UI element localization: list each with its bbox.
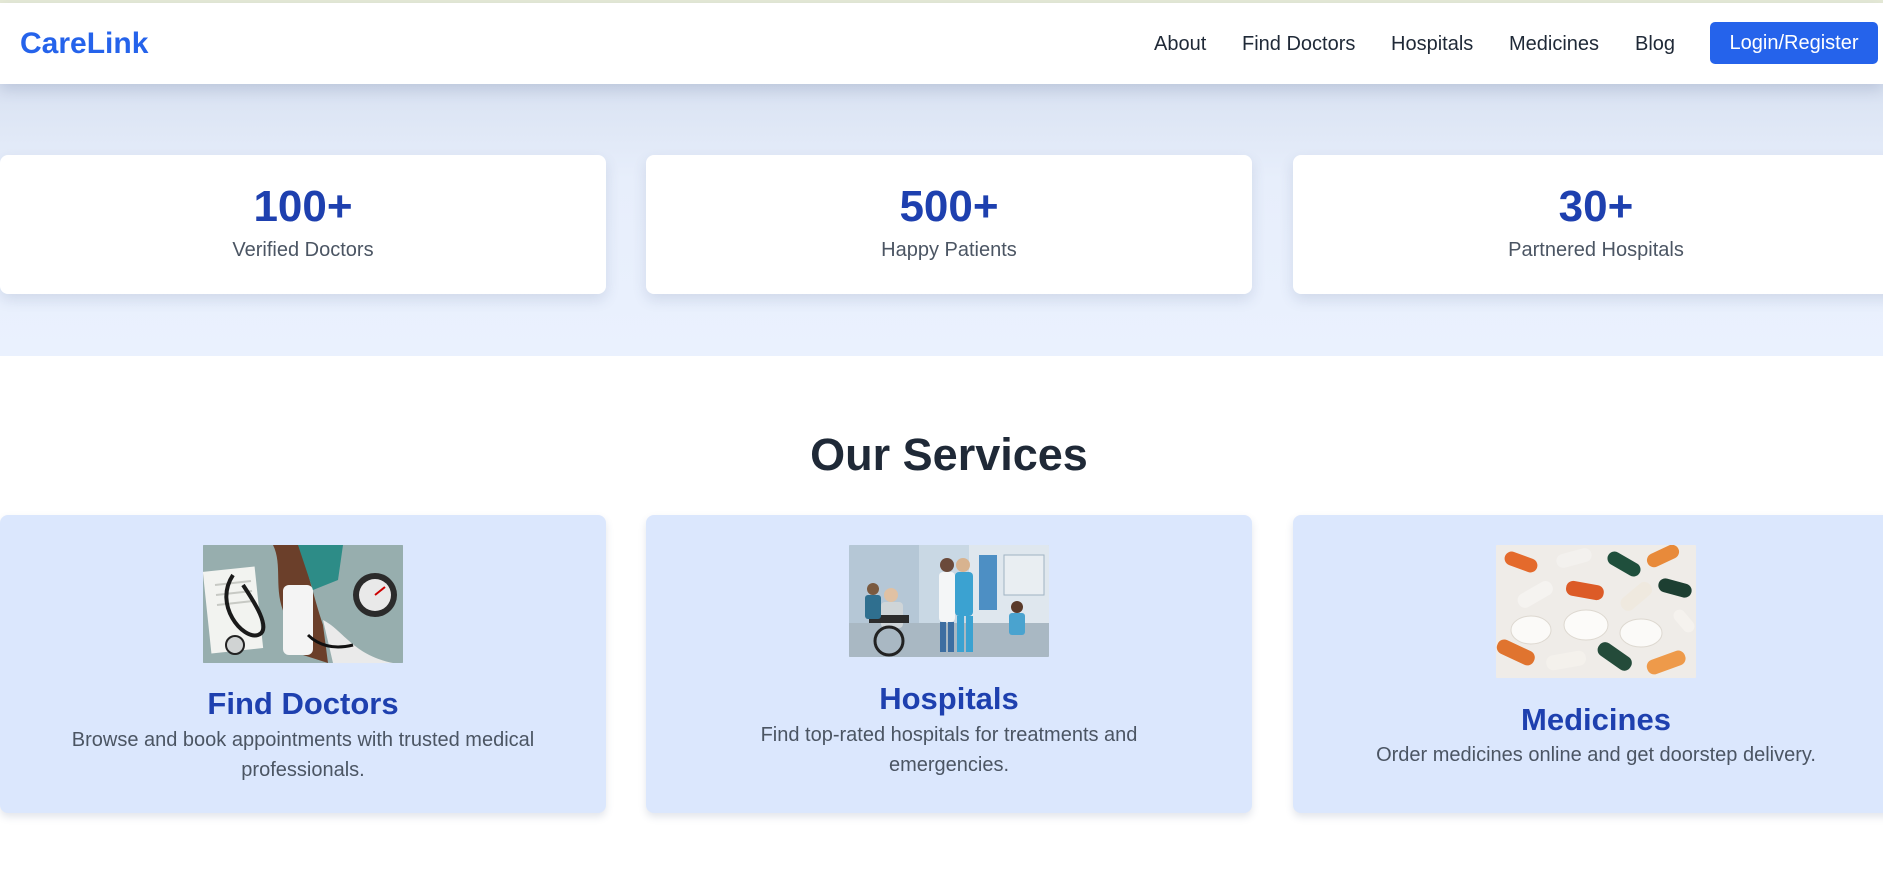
stat-value: 30+ — [1558, 182, 1634, 231]
nav-link-find-doctors[interactable]: Find Doctors — [1242, 33, 1355, 56]
doctor-stethoscope-photo — [203, 545, 403, 663]
stat-card-patients: 500+ Happy Patients — [646, 155, 1252, 294]
stat-label: Partnered Hospitals — [1508, 239, 1684, 261]
nav-link-blog[interactable]: Blog — [1635, 33, 1675, 56]
navbar: CareLink About Find Doctors Hospitals Me… — [0, 3, 1883, 84]
stat-label: Verified Doctors — [232, 239, 374, 261]
services-heading: Our Services — [810, 429, 1088, 480]
stat-label: Happy Patients — [881, 239, 1017, 261]
brand-logo[interactable]: CareLink — [20, 27, 148, 61]
pills-capsules-photo — [1496, 545, 1696, 678]
service-card-medicines[interactable]: Medicines Order medicines online and get… — [1293, 515, 1883, 813]
nav-link-about[interactable]: About — [1154, 33, 1206, 56]
service-description: Order medicines online and get doorstep … — [1376, 744, 1816, 766]
stat-card-hospitals: 30+ Partnered Hospitals — [1293, 155, 1883, 294]
stat-value: 100+ — [253, 182, 353, 231]
service-title: Medicines — [1521, 702, 1671, 737]
service-description: Browse and book appointments with truste… — [71, 729, 535, 781]
stat-card-doctors: 100+ Verified Doctors — [0, 155, 606, 294]
stat-value: 500+ — [899, 182, 999, 231]
login-register-button[interactable]: Login/Register — [1710, 22, 1878, 64]
nav-link-hospitals[interactable]: Hospitals — [1391, 33, 1473, 56]
service-title: Hospitals — [879, 681, 1019, 716]
nav-link-medicines[interactable]: Medicines — [1509, 33, 1599, 56]
service-card-find-doctors[interactable]: Find Doctors Browse and book appointment… — [0, 515, 606, 813]
hospital-ward-photo — [849, 545, 1049, 657]
service-description: Find top-rated hospitals for treatments … — [760, 724, 1138, 776]
service-title: Find Doctors — [207, 686, 399, 721]
service-card-hospitals[interactable]: Hospitals Find top-rated hospitals for t… — [646, 515, 1252, 813]
stats-band: 100+ Verified Doctors 500+ Happy Patient… — [0, 84, 1883, 356]
page: CareLink About Find Doctors Hospitals Me… — [0, 0, 1883, 890]
